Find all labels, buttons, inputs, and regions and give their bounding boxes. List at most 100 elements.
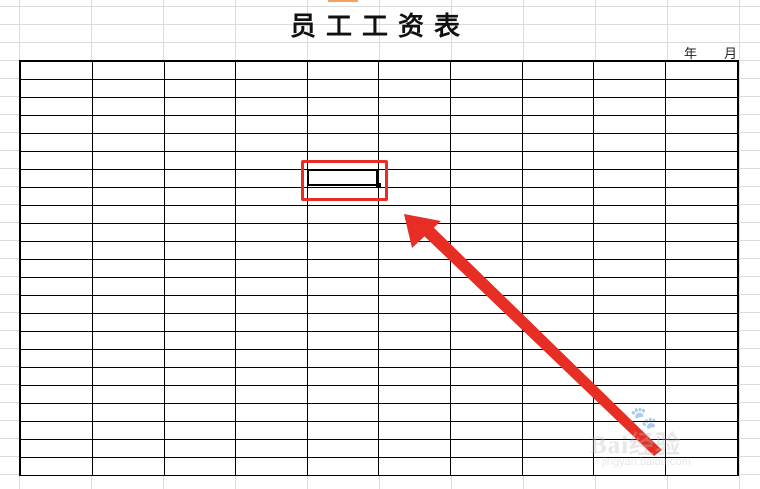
table-cell[interactable]: [235, 295, 308, 314]
table-cell[interactable]: [378, 62, 452, 80]
table-cell[interactable]: [235, 259, 308, 278]
table-cell[interactable]: [521, 223, 595, 242]
table-cell[interactable]: [593, 259, 666, 278]
table-cell[interactable]: [235, 439, 308, 458]
table-cell[interactable]: [378, 133, 452, 152]
table-cell[interactable]: [378, 439, 452, 458]
table-cell[interactable]: [235, 241, 308, 260]
table-cell[interactable]: [92, 133, 165, 152]
table-cell[interactable]: [92, 457, 165, 475]
table-cell[interactable]: [593, 97, 666, 116]
table-cell[interactable]: [235, 97, 308, 116]
table-cell[interactable]: [235, 367, 308, 386]
table-cell[interactable]: [521, 421, 595, 440]
table-cell[interactable]: [306, 349, 380, 368]
table-cell[interactable]: [21, 151, 94, 170]
table-cell[interactable]: [664, 349, 737, 368]
table-cell[interactable]: [378, 457, 452, 475]
table-cell[interactable]: [378, 349, 452, 368]
table-cell[interactable]: [235, 169, 308, 188]
table-cell[interactable]: [92, 205, 165, 224]
table-cell[interactable]: [163, 79, 237, 98]
table-cell[interactable]: [92, 349, 165, 368]
table-cell[interactable]: [664, 313, 737, 332]
table-cell[interactable]: [521, 151, 595, 170]
table-cell[interactable]: [21, 421, 94, 440]
table-cell[interactable]: [306, 115, 380, 134]
table-cell[interactable]: [163, 133, 237, 152]
table-cell[interactable]: [163, 349, 237, 368]
table-cell[interactable]: [378, 367, 452, 386]
table-cell[interactable]: [21, 367, 94, 386]
table-cell[interactable]: [664, 277, 737, 296]
table-cell[interactable]: [92, 259, 165, 278]
table-cell[interactable]: [378, 241, 452, 260]
table-cell[interactable]: [593, 295, 666, 314]
table-cell[interactable]: [521, 259, 595, 278]
table-cell[interactable]: [306, 421, 380, 440]
table-cell[interactable]: [163, 97, 237, 116]
table-cell[interactable]: [521, 115, 595, 134]
table-cell[interactable]: [664, 205, 737, 224]
table-cell[interactable]: [163, 205, 237, 224]
table-cell[interactable]: [306, 205, 380, 224]
table-cell[interactable]: [521, 331, 595, 350]
table-cell[interactable]: [450, 313, 523, 332]
table-cell[interactable]: [664, 115, 737, 134]
table-cell[interactable]: [163, 115, 237, 134]
table-cell[interactable]: [593, 151, 666, 170]
table-cell[interactable]: [92, 223, 165, 242]
table-cell[interactable]: [521, 403, 595, 422]
table-cell[interactable]: [235, 457, 308, 475]
table-cell[interactable]: [306, 331, 380, 350]
table-cell[interactable]: [306, 277, 380, 296]
table-cell[interactable]: [521, 79, 595, 98]
table-cell[interactable]: [593, 331, 666, 350]
table-cell[interactable]: [306, 97, 380, 116]
table-cell[interactable]: [21, 62, 94, 80]
table-cell[interactable]: [306, 133, 380, 152]
table-cell[interactable]: [521, 133, 595, 152]
table-cell[interactable]: [92, 277, 165, 296]
table-cell[interactable]: [92, 295, 165, 314]
table-cell[interactable]: [235, 187, 308, 206]
table-cell[interactable]: [235, 133, 308, 152]
table-cell[interactable]: [163, 403, 237, 422]
table-cell[interactable]: [521, 62, 595, 80]
table-cell[interactable]: [593, 169, 666, 188]
table-cell[interactable]: [378, 403, 452, 422]
table-cell[interactable]: [163, 187, 237, 206]
table-cell[interactable]: [378, 151, 452, 170]
table-cell[interactable]: [235, 223, 308, 242]
table-cell[interactable]: [306, 403, 380, 422]
table-cell[interactable]: [664, 385, 737, 404]
table-cell[interactable]: [593, 349, 666, 368]
table-cell[interactable]: [450, 79, 523, 98]
table-cell[interactable]: [163, 241, 237, 260]
table-cell[interactable]: [450, 439, 523, 458]
table-cell[interactable]: [664, 62, 737, 80]
table-cell[interactable]: [450, 62, 523, 80]
table-cell[interactable]: [92, 241, 165, 260]
table-cell[interactable]: [664, 97, 737, 116]
table-cell[interactable]: [21, 259, 94, 278]
table-cell[interactable]: [92, 97, 165, 116]
table-cell[interactable]: [306, 62, 380, 80]
table-cell[interactable]: [664, 151, 737, 170]
table-cell[interactable]: [92, 331, 165, 350]
table-cell[interactable]: [593, 133, 666, 152]
table-cell[interactable]: [92, 187, 165, 206]
table-cell[interactable]: [306, 295, 380, 314]
table-cell[interactable]: [664, 295, 737, 314]
table-cell[interactable]: [92, 79, 165, 98]
table-cell[interactable]: [664, 403, 737, 422]
table-cell[interactable]: [664, 133, 737, 152]
table-cell[interactable]: [92, 439, 165, 458]
table-cell[interactable]: [450, 187, 523, 206]
table-cell[interactable]: [378, 115, 452, 134]
table-cell[interactable]: [21, 241, 94, 260]
table-cell[interactable]: [163, 277, 237, 296]
table-cell[interactable]: [163, 223, 237, 242]
table-cell[interactable]: [450, 421, 523, 440]
table-cell[interactable]: [521, 97, 595, 116]
